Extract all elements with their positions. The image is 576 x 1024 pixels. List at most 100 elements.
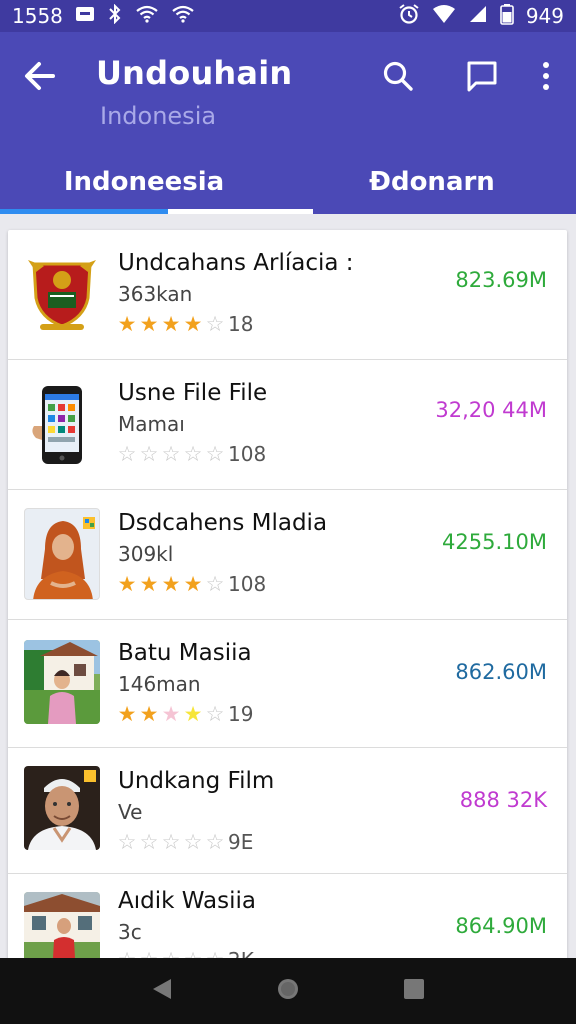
rating: ☆ ☆ ☆ ☆ ☆ 9E [116,830,254,854]
star-icon: ★ [161,702,181,726]
item-size: 823.69M [455,268,547,292]
item-meta: Mamaı [118,412,185,436]
system-nav-bar [0,958,576,1024]
star-icon: ☆ [161,442,181,466]
signal-icon [468,4,488,28]
rating: ★ ★ ★ ★ ☆ 19 [116,702,254,726]
item-size: 4255.10M [442,530,547,554]
star-icon: ☆ [205,312,225,336]
nav-back-button[interactable] [151,977,173,1005]
more-vert-icon [543,62,549,90]
avatar [24,640,100,724]
status-time: 1558 [12,4,63,28]
item-size: 888 32K [459,788,547,812]
nav-back-icon [153,979,172,999]
star-icon: ☆ [205,830,225,854]
nav-home-button[interactable] [276,977,300,1005]
phone-icon [24,382,100,466]
status-bar: 1558 949 [0,0,576,32]
alarm-icon [398,3,420,29]
page-subtitle: Indonesia [100,102,217,130]
star-icon: ☆ [117,830,137,854]
chat-icon [467,61,497,92]
list-item[interactable]: Usne File File Mamaı ☆ ☆ ☆ ☆ ☆ 108 32,20 44M [8,360,567,490]
status-right: 949 [398,3,564,29]
avatar [24,508,100,600]
item-size: 32,20 44M [435,398,547,422]
star-icon: ☆ [161,830,181,854]
nav-recents-button[interactable] [403,978,425,1004]
tab-indicator [0,209,168,214]
star-icon: ★ [139,702,159,726]
rating: ★ ★ ★ ★ ☆ 18 [116,312,254,336]
status-left: 1558 [12,3,195,28]
item-meta: 146man [118,672,201,696]
item-meta: 309kl [118,542,174,566]
page-title: Undouhain [96,54,293,92]
item-size: 864.90M [455,914,547,938]
item-name: Undkang Film [118,768,275,794]
star-icon: ★ [183,572,203,596]
star-icon: ☆ [205,442,225,466]
tab-donarn[interactable]: Đdonarn [288,150,576,214]
list-item[interactable]: Undcahans Arlíacia : 363kan ★ ★ ★ ★ ☆ 18 823.… [8,230,567,360]
star-icon: ★ [139,312,159,336]
rating-count: 108 [228,572,267,596]
tab-indicator-secondary [168,209,313,214]
star-icon: ☆ [205,702,225,726]
back-button[interactable] [18,54,62,98]
item-meta: 3c [118,920,142,944]
star-icon: ★ [183,702,203,726]
star-icon: ☆ [139,830,159,854]
list-item[interactable]: Undkang Film Ve ☆ ☆ ☆ ☆ ☆ 9E 888 32K [8,748,567,874]
nav-recents-icon [403,979,424,999]
app-bar: Undouhain Indonesia Indoneesia Đdonarn [0,32,576,214]
tab-bar: Indoneesia Đdonarn [0,150,576,214]
star-icon: ★ [161,572,181,596]
battery-icon [500,3,514,29]
wifi-icon [135,5,159,27]
more-button[interactable] [526,56,566,96]
item-name: Usne File File [118,380,268,406]
item-meta: Ve [118,800,143,824]
star-icon: ☆ [183,830,203,854]
item-name: Aıdik Wasiia [118,888,256,914]
item-name: Undcahans Arlíacia : [118,250,354,276]
rating: ★ ★ ★ ★ ☆ 108 [116,572,267,596]
avatar [24,766,100,850]
battery-level: 949 [525,4,564,28]
star-icon: ★ [161,312,181,336]
search-icon [383,61,413,91]
back-arrow-icon [25,62,55,90]
star-icon: ☆ [205,572,225,596]
star-icon: ★ [117,312,137,336]
wifi-full-icon [432,4,456,28]
item-name: Batu Masiia [118,640,252,666]
star-icon: ★ [117,702,137,726]
rating-count: 9E [228,830,254,854]
star-icon: ☆ [117,442,137,466]
notification-icon [75,6,95,26]
rating-count: 18 [228,312,254,336]
star-icon: ★ [117,572,137,596]
list-item[interactable]: Dsdcahens Mladia 309kl ★ ★ ★ ★ ☆ 108 4255.10M [8,490,567,620]
rating-count: 108 [228,442,267,466]
list-item[interactable]: Aıdik Wasiia 3c ☆☆☆☆☆2K 864.90M [8,874,567,970]
rating: ☆ ☆ ☆ ☆ ☆ 108 [116,442,267,466]
star-icon: ☆ [183,442,203,466]
nav-home-icon [277,979,298,999]
star-icon: ★ [183,312,203,336]
search-button[interactable] [378,56,418,96]
wifi-icon-secondary [171,5,195,27]
star-icon: ★ [139,572,159,596]
app-list: Undcahans Arlíacia : 363kan ★ ★ ★ ★ ☆ 18 823.… [8,230,567,970]
rating-count: 19 [228,702,254,726]
crest-icon [24,250,100,334]
item-size: 862.60M [455,660,547,684]
chat-button[interactable] [462,56,502,96]
item-meta: 363kan [118,282,193,306]
list-item[interactable]: Batu Masiia 146man ★ ★ ★ ★ ☆ 19 862.60M [8,620,567,748]
star-icon: ☆ [139,442,159,466]
bluetooth-icon [107,3,123,28]
tab-indonesia[interactable]: Indoneesia [0,150,288,214]
